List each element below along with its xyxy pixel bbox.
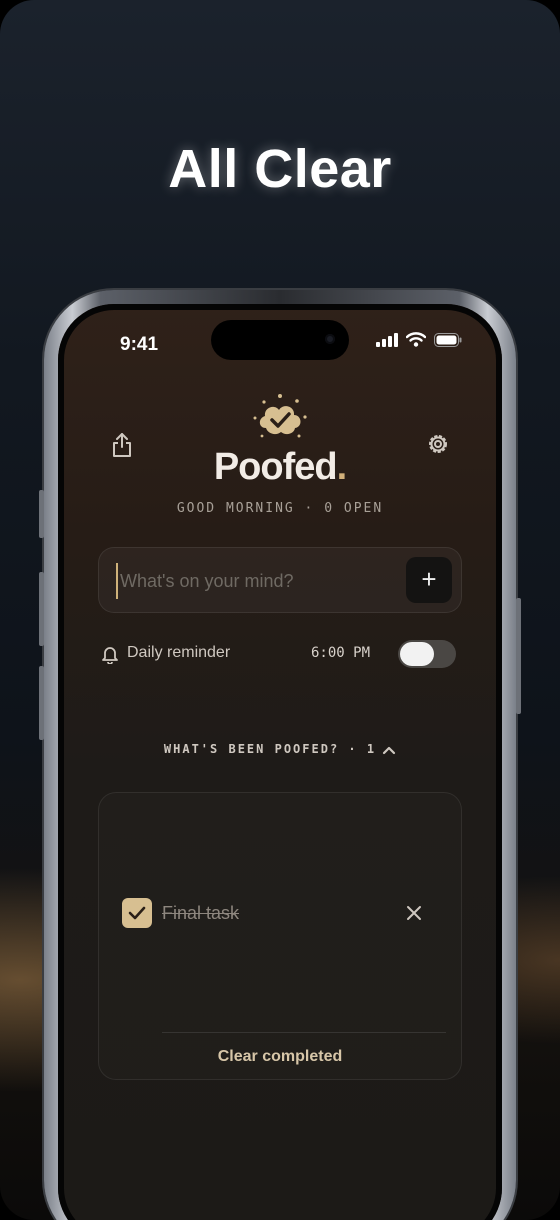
toggle-knob [400, 642, 434, 666]
promo-frame: All Clear 9:41 Poofed. GOOD MORNING · 0 … [0, 0, 560, 1220]
volume-down-button [39, 666, 44, 740]
promo-headline: All Clear [168, 139, 392, 199]
check-icon [128, 906, 146, 920]
reminder-toggle[interactable] [398, 640, 456, 668]
reminder-label: Daily reminder [127, 644, 231, 661]
divider [162, 1032, 446, 1033]
battery-icon [434, 332, 462, 347]
status-icons [376, 332, 462, 347]
poof-cloud-check-icon [253, 394, 307, 438]
signal-icon [376, 332, 398, 347]
brand-dot: . [336, 446, 348, 488]
completed-tasks-card: Final task Clear completed [98, 792, 462, 1080]
task-text: Final task [162, 903, 240, 923]
wifi-icon [406, 332, 426, 347]
completed-task-item: Final task [122, 898, 432, 928]
action-button [39, 490, 44, 538]
greeting-text: GOOD MORNING · 0 OPEN [176, 501, 384, 516]
bell-icon [102, 647, 118, 664]
clear-completed-button[interactable]: Clear completed [98, 1048, 462, 1066]
camera-icon [325, 334, 335, 344]
task-input-container: + [98, 547, 462, 613]
chevron-up-icon [382, 746, 396, 754]
close-icon[interactable] [405, 904, 423, 922]
volume-up-button [39, 572, 44, 646]
status-time: 9:41 [120, 334, 159, 355]
app-screen: 9:41 Poofed. GOOD MORNING · 0 OPEN What'… [58, 304, 502, 1220]
completed-section-title: WHAT'S BEEN POOFED? · 1 [163, 742, 377, 756]
power-button [516, 598, 521, 714]
task-checkbox[interactable] [122, 898, 152, 928]
reminder-time[interactable]: 6:00 PM [311, 645, 370, 661]
brand-name: Poofed [213, 446, 338, 488]
task-input[interactable] [116, 563, 392, 599]
completed-section-toggle[interactable]: WHAT'S BEEN POOFED? · 1 [58, 742, 502, 756]
brand-logo: Poofed. [58, 446, 502, 489]
dynamic-island [211, 320, 349, 360]
daily-reminder-row: Daily reminder 6:00 PM [100, 640, 460, 670]
add-task-button[interactable]: + [406, 557, 452, 603]
